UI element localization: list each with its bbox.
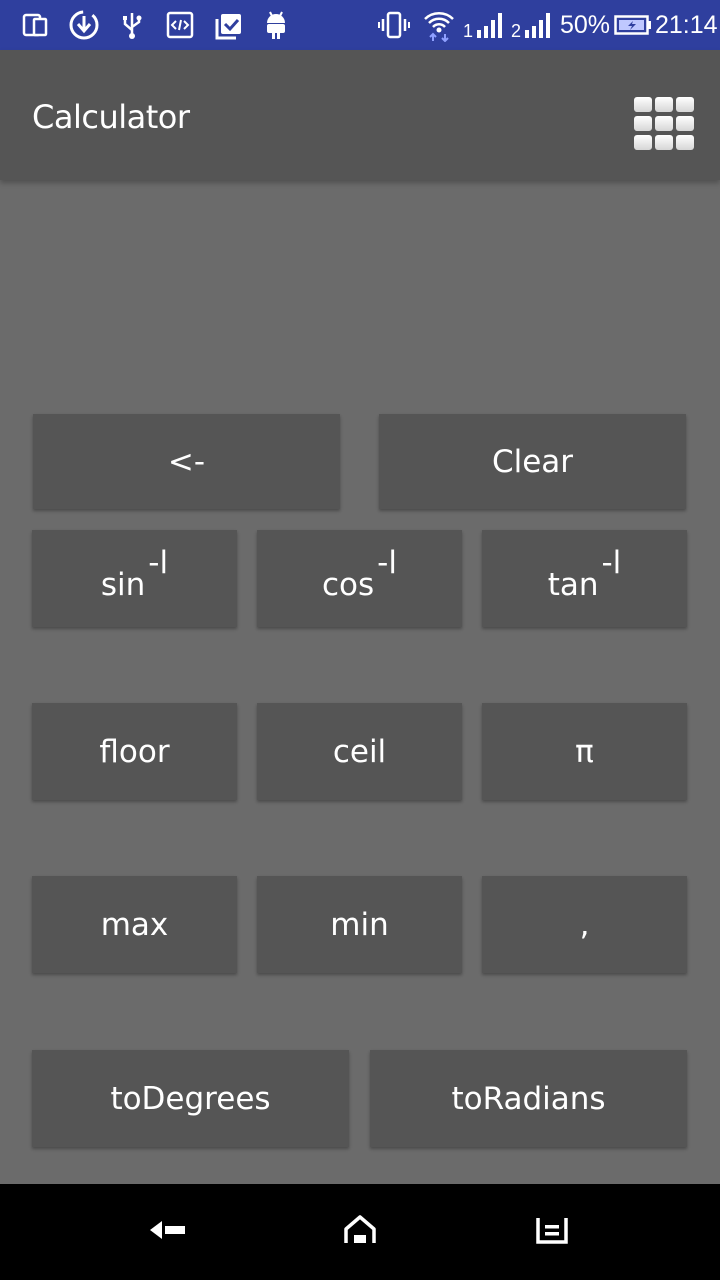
clear-label: Clear bbox=[491, 443, 574, 480]
to-radians-label: toRadians bbox=[451, 1080, 606, 1117]
home-icon bbox=[342, 1213, 378, 1251]
android-icon bbox=[262, 9, 290, 41]
acos-label: cos bbox=[322, 566, 375, 603]
ceil-label: ceil bbox=[332, 733, 387, 770]
atan-button[interactable]: tan -l bbox=[482, 530, 687, 627]
dual-screen-icon bbox=[20, 9, 52, 41]
min-button[interactable]: min bbox=[257, 876, 462, 973]
ceil-button[interactable]: ceil bbox=[257, 703, 462, 800]
recents-button[interactable] bbox=[522, 1202, 582, 1262]
status-bar: 1 2 50% 21:14 bbox=[0, 0, 720, 50]
home-button[interactable] bbox=[330, 1202, 390, 1262]
wifi-icon bbox=[422, 9, 456, 42]
comma-button[interactable]: , bbox=[482, 876, 687, 973]
to-radians-button[interactable]: toRadians bbox=[370, 1050, 687, 1147]
developer-icon bbox=[164, 9, 196, 41]
signal-icon bbox=[474, 9, 506, 41]
app-title: Calculator bbox=[32, 98, 190, 136]
backspace-label: <- bbox=[167, 443, 206, 480]
sim1-label: 1 bbox=[463, 21, 474, 41]
max-button[interactable]: max bbox=[32, 876, 237, 973]
inverse-superscript: -l bbox=[377, 544, 397, 581]
app-bar: Calculator bbox=[0, 50, 720, 180]
inverse-superscript: -l bbox=[601, 544, 622, 581]
navigation-bar bbox=[0, 1184, 720, 1280]
calculator-display bbox=[0, 180, 720, 400]
clock: 21:14 bbox=[655, 11, 718, 39]
recents-icon bbox=[535, 1214, 569, 1250]
asin-button[interactable]: sin -l bbox=[32, 530, 237, 627]
clear-button[interactable]: Clear bbox=[379, 414, 686, 509]
max-label: max bbox=[100, 906, 169, 943]
inverse-superscript: -l bbox=[148, 544, 169, 581]
floor-label: floor bbox=[99, 733, 170, 770]
sync-icon bbox=[66, 9, 102, 41]
backspace-button[interactable]: <- bbox=[33, 414, 340, 509]
floor-button[interactable]: floor bbox=[32, 703, 237, 800]
pi-button[interactable]: π bbox=[482, 703, 687, 800]
min-label: min bbox=[330, 906, 389, 943]
sim2-label: 2 bbox=[511, 21, 522, 41]
back-button[interactable] bbox=[138, 1202, 198, 1262]
signal-icon bbox=[522, 9, 554, 41]
to-degrees-label: toDegrees bbox=[110, 1080, 271, 1117]
battery-percent: 50% bbox=[560, 11, 611, 39]
pi-label: π bbox=[575, 733, 594, 770]
acos-button[interactable]: cos -l bbox=[257, 530, 462, 627]
to-degrees-button[interactable]: toDegrees bbox=[32, 1050, 349, 1147]
grid-menu-icon[interactable] bbox=[630, 95, 696, 153]
usb-icon bbox=[118, 9, 146, 41]
clipboard-check-icon bbox=[212, 9, 244, 41]
vibrate-icon bbox=[378, 9, 410, 41]
battery-icon bbox=[614, 9, 652, 41]
back-icon bbox=[148, 1215, 188, 1249]
atan-label: tan bbox=[547, 566, 599, 603]
comma-label: , bbox=[579, 906, 590, 943]
asin-label: sin bbox=[100, 566, 146, 603]
